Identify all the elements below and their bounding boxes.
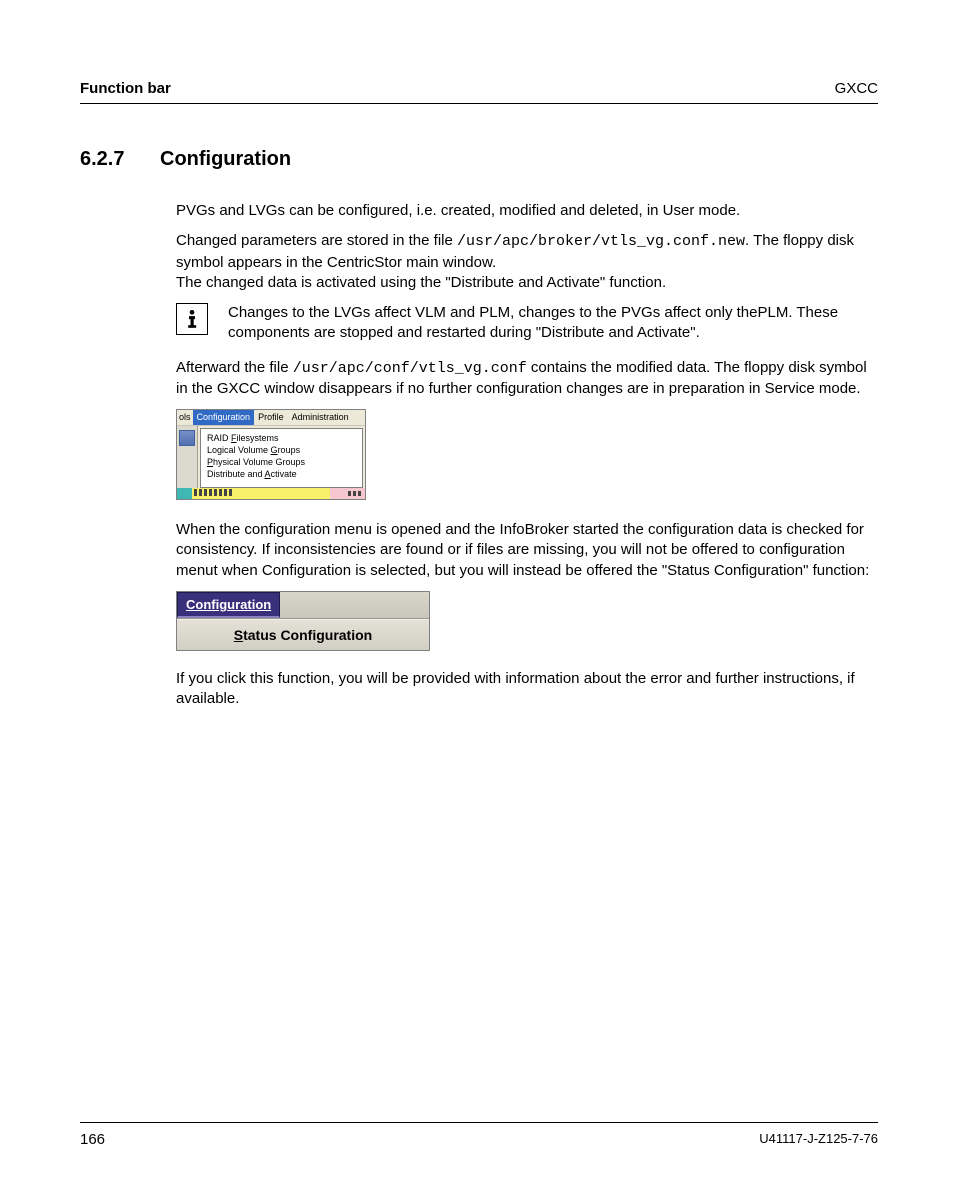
paragraph: Afterward the file /usr/apc/conf/vtls_vg… xyxy=(176,358,878,400)
paragraph: Changed parameters are stored in the fil… xyxy=(176,231,878,293)
menu-item-configuration[interactable]: Configuration xyxy=(193,410,255,425)
status-segment xyxy=(192,488,330,499)
tab-configuration[interactable]: Configuration xyxy=(177,592,280,618)
header-right: GXCC xyxy=(835,80,878,97)
document-id: U41117-J-Z125-7-76 xyxy=(759,1131,878,1148)
code-path: /usr/apc/broker/vtls_vg.conf.new xyxy=(457,233,745,250)
dropdown-item-physical-volume-groups[interactable]: Physical Volume Groups xyxy=(201,456,362,468)
status-segment xyxy=(177,488,192,499)
info-icon xyxy=(176,303,208,335)
header-left: Function bar xyxy=(80,80,171,97)
status-strip xyxy=(177,488,365,499)
page-footer: 166 U41117-J-Z125-7-76 xyxy=(80,1122,878,1148)
tab-bar: Configuration xyxy=(177,592,429,619)
text: The changed data is activated using the … xyxy=(176,274,666,291)
menu-item-administration[interactable]: Administration xyxy=(288,410,353,425)
ui-screenshot-configuration-menu: ols Configuration Profile Administration… xyxy=(176,409,366,500)
paragraph: If you click this function, you will be … xyxy=(176,669,878,710)
text: Changed parameters are stored in the fil… xyxy=(176,232,457,249)
menu-item-profile[interactable]: Profile xyxy=(254,410,288,425)
menubar: ols Configuration Profile Administration xyxy=(177,410,365,425)
status-segment xyxy=(330,488,365,499)
section-title: Configuration xyxy=(160,148,291,171)
section-heading: 6.2.7 Configuration xyxy=(80,148,878,171)
dropdown-item-distribute-and-activate[interactable]: Distribute and Activate xyxy=(201,468,362,480)
info-note: Changes to the LVGs affect VLM and PLM, … xyxy=(176,303,878,344)
code-path: /usr/apc/conf/vtls_vg.conf xyxy=(293,360,527,377)
ui-screenshot-status-configuration: Configuration Status Configuration xyxy=(176,591,430,651)
page-header: Function bar GXCC xyxy=(80,80,878,104)
menu-item-truncated[interactable]: ols xyxy=(177,410,193,425)
paragraph: When the configuration menu is opened an… xyxy=(176,520,878,581)
paragraph: PVGs and LVGs can be configured, i.e. cr… xyxy=(176,201,878,221)
dropdown-item-logical-volume-groups[interactable]: Logical Volume Groups xyxy=(201,444,362,456)
configuration-dropdown: RAID Filesystems Logical Volume Groups P… xyxy=(200,428,363,488)
section-number: 6.2.7 xyxy=(80,148,160,171)
toolbar xyxy=(177,426,198,488)
floppy-disk-icon[interactable] xyxy=(179,430,195,446)
text: Afterward the file xyxy=(176,359,293,376)
dropdown-item-raid-filesystems[interactable]: RAID Filesystems xyxy=(201,432,362,444)
info-text: Changes to the LVGs affect VLM and PLM, … xyxy=(228,303,878,344)
page-number: 166 xyxy=(80,1131,105,1148)
dropdown-item-status-configuration[interactable]: Status Configuration xyxy=(177,619,429,650)
